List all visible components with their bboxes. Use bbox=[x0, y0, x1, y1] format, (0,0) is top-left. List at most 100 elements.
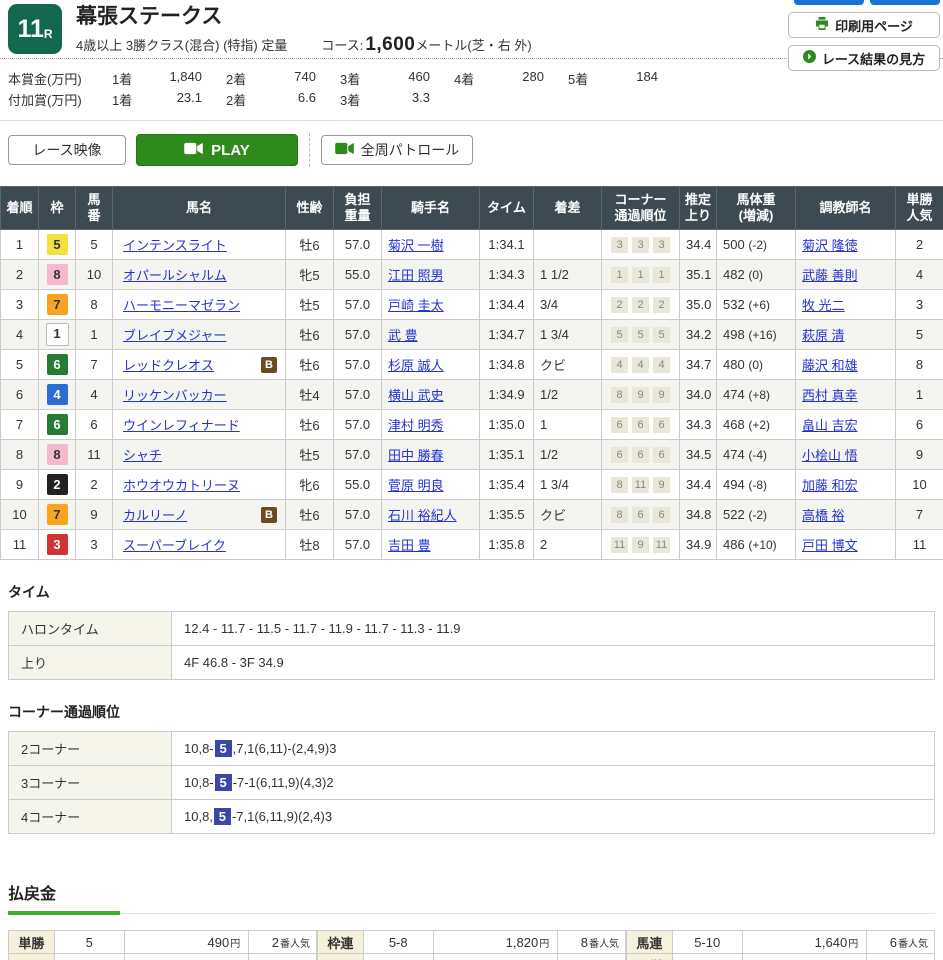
margin: 1 3/4 bbox=[534, 470, 602, 500]
margin: 1 3/4 bbox=[534, 320, 602, 350]
dashed-divider bbox=[309, 133, 310, 167]
patrol-label: 全周パトロール bbox=[361, 140, 459, 160]
trainer-link[interactable]: 萩原 清 bbox=[802, 328, 845, 343]
finish-position: 2 bbox=[1, 260, 39, 290]
sex-age: 牡6 bbox=[286, 410, 334, 440]
corner-2-label: 2コーナー bbox=[9, 732, 172, 766]
finish-time: 1:34.4 bbox=[480, 290, 534, 320]
top-right-buttons: 印刷用ページ レース結果の見方 bbox=[788, 0, 940, 71]
last-3f: 35.0 bbox=[680, 290, 717, 320]
last-3f: 34.9 bbox=[680, 530, 717, 560]
horse-link[interactable]: レッドクレオス bbox=[123, 358, 214, 373]
col-corner-order: コーナー 通過順位 bbox=[602, 187, 680, 230]
margin: クビ bbox=[534, 350, 602, 380]
col-sex-age: 性齢 bbox=[286, 187, 334, 230]
jockey-link[interactable]: 菅原 明良 bbox=[388, 478, 444, 493]
jockey-link[interactable]: 吉田 豊 bbox=[388, 538, 431, 553]
jockey-link[interactable]: 田中 勝春 bbox=[388, 448, 444, 463]
blue-button-stub[interactable] bbox=[794, 0, 864, 5]
horse-link[interactable]: オパールシャルム bbox=[123, 268, 227, 283]
trainer-link[interactable]: 加藤 和宏 bbox=[802, 478, 858, 493]
jockey-link[interactable]: 菊沢 一樹 bbox=[388, 238, 444, 253]
jockey-link[interactable]: 津村 明秀 bbox=[388, 418, 444, 433]
horse-link[interactable]: スーパーブレイク bbox=[123, 538, 226, 553]
bet-amount: 1,640 bbox=[815, 935, 848, 950]
table-row: 上り 4F 46.8 - 3F 34.9 bbox=[9, 646, 935, 680]
sex-age: 牡6 bbox=[286, 350, 334, 380]
horse-weight: 532 (+6) bbox=[717, 290, 796, 320]
horse-link[interactable]: シャチ bbox=[123, 448, 162, 463]
jockey-link[interactable]: 武 豊 bbox=[388, 328, 418, 343]
carried-weight: 57.0 bbox=[334, 500, 382, 530]
table-row: 6 4 4 リッケンバッカー 牡4 57.0 横山 武史 1:34.9 1/2 … bbox=[1, 380, 943, 410]
trainer-link[interactable]: 小桧山 悟 bbox=[802, 448, 858, 463]
race-video-button[interactable]: レース映像 bbox=[8, 135, 126, 165]
horse-link[interactable]: ハーモニーマゼラン bbox=[123, 298, 240, 313]
horse-link[interactable]: ウインレフィナード bbox=[123, 418, 240, 433]
corner-3-label: 3コーナー bbox=[9, 766, 172, 800]
prize-rank: 3着 bbox=[340, 69, 374, 88]
bet-amount: 1,820 bbox=[506, 935, 539, 950]
video-camera-icon bbox=[184, 142, 203, 159]
trainer-link[interactable]: 菊沢 隆徳 bbox=[802, 238, 858, 253]
patrol-video-button[interactable]: 全周パトロール bbox=[321, 135, 473, 165]
blinker-badge: B bbox=[261, 507, 277, 523]
trainer-link[interactable]: 武藤 善則 bbox=[802, 268, 858, 283]
horse-number: 10 bbox=[76, 260, 113, 290]
horse-link[interactable]: カルリーノ bbox=[123, 508, 187, 523]
horse-weight: 486 (+10) bbox=[717, 530, 796, 560]
horse-link[interactable]: インテンスライト bbox=[123, 238, 227, 253]
win-favorite: 3 bbox=[896, 290, 943, 320]
frame-badge: 3 bbox=[47, 534, 68, 555]
finish-position: 1 bbox=[1, 230, 39, 260]
blue-button-stub[interactable] bbox=[870, 0, 940, 5]
payout-group-uma-sanren: 馬連 5-10 1,640円 6番人気 馬単 5-10 3,330円 12番人気… bbox=[626, 930, 935, 960]
carried-weight: 55.0 bbox=[334, 470, 382, 500]
col-horse-number: 馬 番 bbox=[76, 187, 113, 230]
trainer-link[interactable]: 高橋 裕 bbox=[802, 508, 845, 523]
table-row: 3コーナー 10,8-5-7-1(6,11,9)(4,3)2 bbox=[9, 766, 935, 800]
print-page-button[interactable]: 印刷用ページ bbox=[788, 12, 940, 38]
bet-favorite: 2 bbox=[272, 935, 279, 950]
jockey-link[interactable]: 杉原 誠人 bbox=[388, 358, 444, 373]
sex-age: 牡6 bbox=[286, 500, 334, 530]
horse-link[interactable]: ブレイブメジャー bbox=[123, 328, 226, 343]
sex-age: 牝6 bbox=[286, 470, 334, 500]
winner-highlight: 5 bbox=[215, 774, 232, 791]
play-button[interactable]: PLAY bbox=[136, 134, 298, 166]
trainer-link[interactable]: 藤沢 和雄 bbox=[802, 358, 858, 373]
corner-order: 222 bbox=[602, 290, 680, 320]
winner-highlight: 5 bbox=[214, 808, 231, 825]
wide-label: ワイド bbox=[318, 954, 364, 960]
horse-link[interactable]: ホウオウカトリーヌ bbox=[123, 478, 240, 493]
prize-value: 3.3 bbox=[374, 90, 430, 109]
trainer-link[interactable]: 畠山 吉宏 bbox=[802, 418, 858, 433]
frame-badge: 6 bbox=[47, 414, 68, 435]
trainer-link[interactable]: 牧 光二 bbox=[802, 298, 845, 313]
trainer-link[interactable]: 戸田 博文 bbox=[802, 538, 858, 553]
table-row: 10 7 9 カルリーノB 牡6 57.0 石川 裕紀人 1:35.5 クビ 8… bbox=[1, 500, 943, 530]
winner-highlight: 5 bbox=[215, 740, 232, 757]
result-guide-button[interactable]: レース結果の見方 bbox=[788, 45, 940, 71]
furlong-time-value: 12.4 - 11.7 - 11.5 - 11.7 - 11.9 - 11.7 … bbox=[172, 612, 935, 646]
carried-weight: 57.0 bbox=[334, 380, 382, 410]
results-header-row: 着順 枠 馬 番 馬名 性齢 負担 重量 騎手名 タイム 着差 コーナー 通過順… bbox=[1, 187, 943, 230]
margin: 1 bbox=[534, 410, 602, 440]
win-favorite: 2 bbox=[896, 230, 943, 260]
jockey-link[interactable]: 戸崎 圭太 bbox=[388, 298, 444, 313]
win-favorite: 4 bbox=[896, 260, 943, 290]
jockey-link[interactable]: 石川 裕紀人 bbox=[388, 508, 457, 523]
col-last-3f: 推定 上り bbox=[680, 187, 717, 230]
carried-weight: 57.0 bbox=[334, 530, 382, 560]
jockey-link[interactable]: 江田 照男 bbox=[388, 268, 444, 283]
frame-badge: 8 bbox=[47, 264, 68, 285]
trainer-link[interactable]: 西村 真幸 bbox=[802, 388, 858, 403]
frame-badge: 7 bbox=[47, 504, 68, 525]
corner-order: 899 bbox=[602, 380, 680, 410]
jockey-link[interactable]: 横山 武史 bbox=[388, 388, 444, 403]
print-page-label: 印刷用ページ bbox=[835, 16, 913, 35]
course-label: コース: bbox=[321, 35, 363, 54]
horse-link[interactable]: リッケンバッカー bbox=[123, 388, 227, 403]
finish-time: 1:35.8 bbox=[480, 530, 534, 560]
payout-title: 払戻金 bbox=[8, 880, 935, 904]
